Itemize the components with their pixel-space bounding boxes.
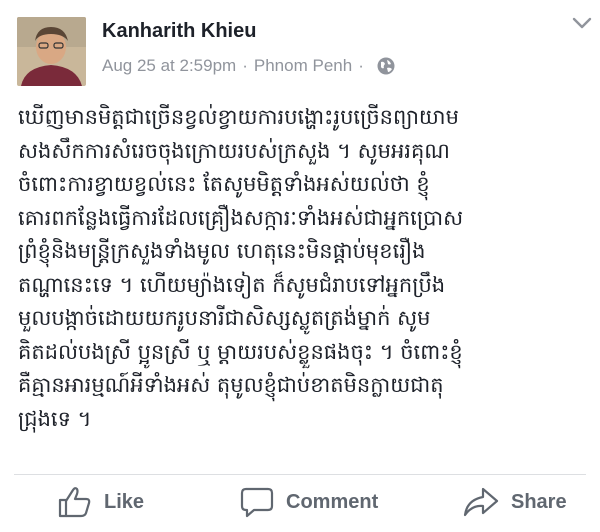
post-body: ឃើញមានមិត្តជាច្រើនខ្វល់ខ្វាយការបង្ហោះរូប… (18, 101, 588, 436)
post-body-line: ព្រំខ្ញុំនិងមន្ត្រីក្រសួងទាំងមូល ហេតុនេះ… (18, 239, 426, 263)
comment-icon (240, 487, 274, 518)
post-header: Kanharith Khieu Aug 25 at 2:59pm · Phnom… (0, 0, 600, 92)
post-actions: Like Comment Share (0, 476, 600, 532)
post-meta: Aug 25 at 2:59pm · Phnom Penh · (102, 56, 395, 76)
like-label: Like (104, 490, 145, 513)
author-name[interactable]: Kanharith Khieu (102, 20, 256, 43)
post-body-line: សងសឹកការសំរេចចុងក្រោយរបស់ក្រសួង ។ សូមអរគ… (18, 138, 450, 163)
share-label: Share (511, 490, 567, 513)
post-body-line: គោរពកន្លែងធ្វើការដែលគ្រឿងសក្ការៈទាំងអស់ជ… (18, 205, 464, 230)
meta-separator: · (358, 56, 364, 75)
post-body-line: ចំពោះការខ្វាយខ្វល់នេះ តែសូមមិត្តទាំងអស់យ… (18, 172, 430, 196)
meta-separator: · (242, 56, 248, 75)
post-body-line: គិតដល់បងស្រី ប្អូនស្រី ឬ ម្តាយរបស់ខ្លួនផ… (18, 339, 463, 364)
thumbs-up-icon (58, 487, 91, 518)
post-body-line: គឺគ្មានអារម្មណ៍អីទាំងអស់ តុមូលខ្ញុំជាប់ខ… (18, 373, 444, 397)
divider (14, 474, 586, 475)
post-date[interactable]: Aug 25 at 2:59pm (102, 56, 236, 76)
post-body-line: ឃើញមានមិត្តជាច្រើនខ្វល់ខ្វាយការបង្ហោះរូប… (18, 105, 459, 129)
post-body-line: មួលបង្កាច់ដោយយករូបនារីជាសិស្សស្លូតត្រង់ម… (18, 306, 431, 330)
post-body-line: ជ្រុងទេ ។ (18, 406, 92, 431)
share-button[interactable]: Share (463, 476, 567, 528)
comment-button[interactable]: Comment (240, 476, 378, 528)
post-location[interactable]: Phnom Penh (254, 56, 352, 76)
share-icon (463, 487, 499, 517)
chevron-down-icon[interactable] (571, 15, 593, 31)
comment-label: Comment (286, 490, 379, 513)
globe-icon[interactable] (377, 57, 395, 75)
like-button[interactable]: Like (58, 476, 144, 528)
post-body-line: តណ្ហានេះទេ ។ ហើយម្យ៉ាងទៀត ក៏សូមជំរាបទៅអ្… (18, 272, 446, 297)
avatar[interactable] (17, 17, 86, 86)
